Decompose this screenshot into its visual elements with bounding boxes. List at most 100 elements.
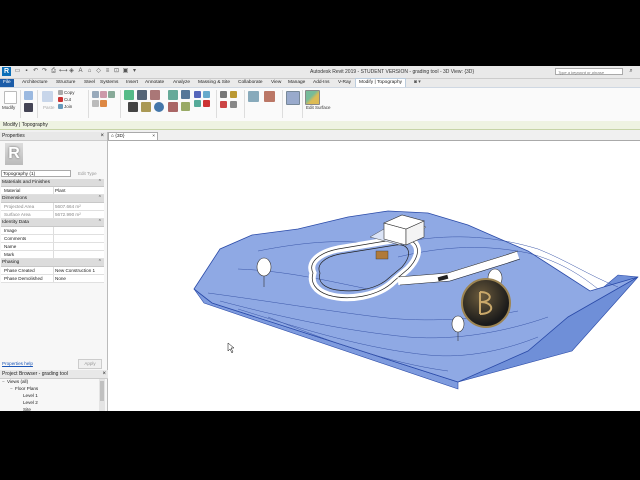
property-row-phase-created[interactable]: Phase Created New Construction 1 bbox=[1, 267, 104, 275]
search-icon[interactable]: ⌕ bbox=[626, 68, 636, 75]
tab-file[interactable]: File bbox=[0, 79, 14, 87]
scale-icon[interactable] bbox=[181, 102, 190, 111]
copy-element-icon[interactable] bbox=[141, 102, 151, 112]
close-icon[interactable]: × bbox=[100, 132, 104, 140]
browser-item[interactable]: Level 1 bbox=[0, 393, 98, 400]
type-properties-icon[interactable] bbox=[24, 103, 33, 112]
type-selector-dropdown[interactable]: Topography (1) bbox=[1, 170, 71, 177]
pin-icon[interactable] bbox=[194, 91, 201, 98]
close-icon[interactable]: × bbox=[102, 370, 106, 378]
mirror-icon[interactable] bbox=[150, 90, 160, 100]
collapse-icon[interactable]: ⌃ bbox=[98, 219, 102, 226]
property-row-phase-demolished[interactable]: Phase Demolished None bbox=[1, 275, 104, 283]
open-icon[interactable]: ▭ bbox=[14, 68, 21, 75]
thin-lines-icon[interactable]: ≡ bbox=[104, 68, 111, 75]
properties-icon[interactable] bbox=[24, 91, 33, 100]
subregion-icon[interactable] bbox=[286, 91, 300, 105]
collapse-icon[interactable]: ⌃ bbox=[98, 179, 102, 186]
tab-annotate[interactable]: Annotate bbox=[145, 79, 164, 87]
tab-insert[interactable]: Insert bbox=[126, 79, 138, 87]
tab-structure[interactable]: Structure bbox=[56, 79, 75, 87]
tab-collaborate[interactable]: Collaborate bbox=[238, 79, 263, 87]
property-row-material[interactable]: Material Plant bbox=[1, 187, 104, 195]
browser-item[interactable]: − Floor Plans bbox=[0, 386, 98, 393]
text-icon[interactable]: A bbox=[77, 68, 84, 75]
view-tab-3d[interactable]: ⌂ {3D} × bbox=[108, 132, 158, 140]
revit-window: R ▭ ▪ ↶ ↷ ⎙ ⟷ ◈ A ⌂ ◇ ≡ ⊡ ▣ ▾ Autodesk R… bbox=[0, 66, 640, 411]
cut-icon[interactable] bbox=[58, 97, 63, 102]
modify-cursor-icon[interactable] bbox=[4, 91, 17, 104]
properties-help-link[interactable]: Properties help bbox=[2, 361, 33, 366]
default-3d-icon[interactable]: ⌂ bbox=[86, 68, 93, 75]
tab-steel[interactable]: Steel bbox=[84, 79, 95, 87]
join-label[interactable]: Join bbox=[64, 104, 72, 109]
scrollbar[interactable] bbox=[99, 379, 105, 411]
unpin-icon[interactable] bbox=[203, 91, 210, 98]
close-hidden-icon[interactable]: ⊡ bbox=[113, 68, 120, 75]
browser-item[interactable]: Site bbox=[0, 407, 98, 411]
delete-icon[interactable] bbox=[203, 100, 210, 107]
cut-label[interactable]: Cut bbox=[64, 97, 71, 102]
redo-icon[interactable]: ↷ bbox=[41, 68, 48, 75]
move-icon[interactable] bbox=[128, 102, 138, 112]
save-icon[interactable]: ▪ bbox=[23, 68, 30, 75]
paint-icon[interactable] bbox=[100, 100, 107, 107]
tab-view[interactable]: View bbox=[271, 79, 281, 87]
view-filter-icon[interactable] bbox=[220, 91, 227, 98]
align-icon[interactable] bbox=[124, 90, 134, 100]
project-browser-header: Project Browser - grading tool × bbox=[0, 370, 109, 379]
copy-icon[interactable] bbox=[58, 90, 63, 95]
tab-architecture[interactable]: Architecture bbox=[22, 79, 48, 87]
split-icon[interactable] bbox=[168, 102, 178, 112]
cut-geometry-icon[interactable] bbox=[100, 91, 107, 98]
property-row-surface-area: Surface Area 5672.990 m² bbox=[1, 211, 104, 219]
override-graphics-icon[interactable] bbox=[230, 101, 237, 108]
hide-element-icon[interactable] bbox=[220, 101, 227, 108]
property-row-mark[interactable]: Mark bbox=[1, 251, 104, 259]
search-input[interactable]: Type a keyword or phrase bbox=[555, 68, 623, 75]
property-row-name[interactable]: Name bbox=[1, 243, 104, 251]
tag-icon[interactable]: ◈ bbox=[68, 68, 75, 75]
tab-massing-site[interactable]: Massing & Site bbox=[198, 79, 230, 87]
collapse-icon[interactable]: ⌃ bbox=[98, 195, 102, 202]
edit-type-button[interactable]: Edit Type bbox=[78, 170, 97, 177]
join-icon[interactable] bbox=[58, 104, 63, 109]
section-icon[interactable]: ◇ bbox=[95, 68, 102, 75]
cope-icon[interactable] bbox=[92, 91, 99, 98]
collapse-icon[interactable]: ⌃ bbox=[98, 259, 102, 266]
ribbon-options-icon[interactable]: ◙ ▾ bbox=[414, 79, 421, 87]
group-icon[interactable] bbox=[194, 100, 201, 107]
split-face-icon[interactable] bbox=[92, 100, 99, 107]
create-icon[interactable] bbox=[248, 91, 259, 102]
create-parts-icon[interactable] bbox=[264, 91, 275, 102]
print-icon[interactable]: ⎙ bbox=[50, 68, 57, 75]
tab-systems[interactable]: Systems bbox=[100, 79, 118, 87]
project-browser-title: Project Browser - grading tool bbox=[2, 371, 68, 377]
tab-v-ray[interactable]: V-Ray bbox=[338, 79, 351, 87]
scrollbar-thumb[interactable] bbox=[100, 381, 104, 401]
browser-item[interactable]: − Views (all) bbox=[0, 379, 98, 386]
measure-icon[interactable]: ⟷ bbox=[59, 68, 68, 75]
property-row-comments[interactable]: Comments bbox=[1, 235, 104, 243]
revit-logo-icon[interactable]: R bbox=[2, 67, 11, 76]
3d-view-canvas[interactable] bbox=[108, 140, 640, 411]
copy-label[interactable]: Copy bbox=[64, 90, 75, 95]
undo-icon[interactable]: ↶ bbox=[32, 68, 39, 75]
trim-icon[interactable] bbox=[168, 90, 178, 100]
offset-icon[interactable] bbox=[137, 90, 147, 100]
rotate-icon[interactable] bbox=[154, 102, 164, 112]
edit-surface-label[interactable]: Edit Surface bbox=[306, 105, 331, 110]
join-geometry-icon[interactable] bbox=[108, 91, 115, 98]
tab-analyze[interactable]: Analyze bbox=[173, 79, 190, 87]
tab-manage[interactable]: Manage bbox=[288, 79, 305, 87]
tab-add-ins[interactable]: Add-Ins bbox=[313, 79, 330, 87]
apply-button[interactable]: Apply bbox=[78, 359, 102, 369]
customize-qat-icon[interactable]: ▾ bbox=[131, 68, 138, 75]
browser-item[interactable]: Level 2 bbox=[0, 400, 98, 407]
property-row-image[interactable]: Image bbox=[1, 227, 104, 235]
array-icon[interactable] bbox=[181, 90, 190, 99]
paste-icon[interactable] bbox=[42, 91, 53, 102]
edit-surface-icon[interactable] bbox=[305, 90, 320, 105]
measure-tool-icon[interactable] bbox=[230, 91, 237, 98]
switch-windows-icon[interactable]: ▣ bbox=[122, 68, 129, 75]
